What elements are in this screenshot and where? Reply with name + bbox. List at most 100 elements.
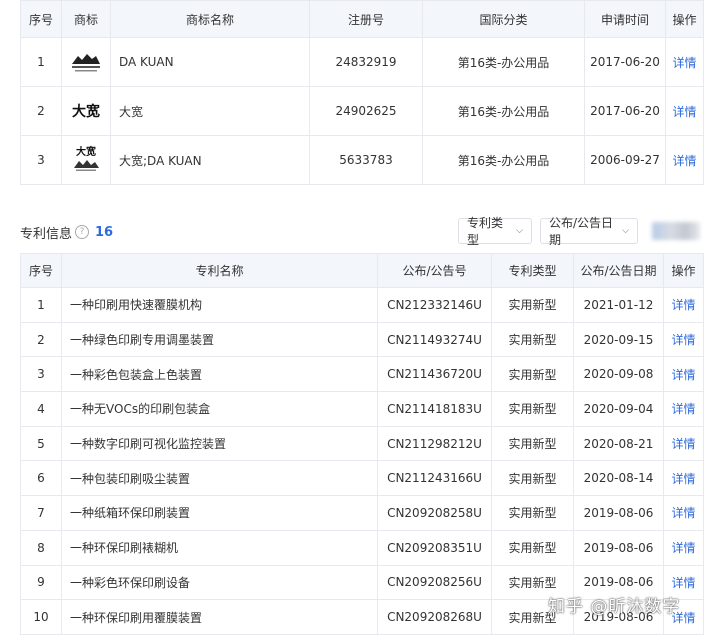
table-row: 3 大宽 大宽;DA KUAN 5633783 第16类-办公用品 2006-0… — [20, 135, 704, 185]
trademark-logo-text: 大宽 — [72, 104, 100, 120]
details-link[interactable]: 详情 — [665, 135, 704, 185]
patent-name: 一种环保印刷裱糊机 — [61, 529, 378, 566]
trademark-logo: 大宽 — [61, 86, 111, 136]
table-row: 6 一种包装印刷吸尘装置 CN211243166U 实用新型 2020-08-1… — [20, 460, 704, 497]
col-header-action: 操作 — [663, 253, 704, 288]
table-row: 10 一种环保印刷用覆膜装置 CN209208268U 实用新型 2019-08… — [20, 599, 704, 635]
col-header-action: 操作 — [665, 0, 704, 38]
patent-type: 实用新型 — [491, 564, 574, 601]
details-link[interactable]: 详情 — [663, 391, 704, 427]
publication-date: 2020-09-15 — [573, 321, 664, 358]
table-row: 2 一种绿色印刷专用调墨装置 CN211493274U 实用新型 2020-09… — [20, 321, 704, 358]
col-header-reg-no: 注册号 — [309, 0, 423, 38]
chevron-down-icon: ⌵ — [622, 226, 629, 236]
col-header-patent-name: 专利名称 — [61, 253, 378, 288]
publication-number: CN209208258U — [377, 495, 492, 531]
patent-table: 序号 专利名称 公布/公告号 专利类型 公布/公告日期 操作 1 一种印刷用快速… — [20, 253, 704, 635]
details-link[interactable]: 详情 — [663, 495, 704, 531]
table-row: 7 一种纸箱环保印刷装置 CN209208258U 实用新型 2019-08-0… — [20, 495, 704, 531]
details-link[interactable]: 详情 — [663, 564, 704, 601]
question-circle-icon[interactable]: ? — [75, 225, 90, 239]
patent-name: 一种数字印刷可视化监控装置 — [61, 425, 378, 462]
trademark-logo-image — [72, 54, 100, 72]
row-number: 3 — [20, 135, 62, 185]
trademark-table: 序号 商标 商标名称 注册号 国际分类 申请时间 操作 1 DA KUAN 24… — [20, 0, 704, 185]
patent-section-header: 专利信息 ? 16 — [20, 220, 113, 244]
col-header-apply-date: 申请时间 — [584, 0, 666, 38]
patent-count: 16 — [95, 224, 114, 240]
details-link[interactable]: 详情 — [665, 86, 704, 136]
row-number: 2 — [20, 86, 62, 136]
col-header-name: 商标名称 — [110, 0, 310, 38]
publication-date: 2020-09-08 — [573, 356, 664, 393]
details-link[interactable]: 详情 — [663, 287, 704, 323]
patent-name: 一种印刷用快速覆膜机构 — [61, 287, 378, 323]
details-link[interactable]: 详情 — [665, 37, 704, 87]
section-title: 专利信息 — [20, 226, 73, 242]
international-class: 第16类-办公用品 — [422, 86, 585, 136]
filter-label: 公布/公告日期 — [549, 216, 614, 247]
patent-type: 实用新型 — [491, 356, 574, 393]
trademark-name: 大宽 — [110, 86, 310, 136]
blurred-button[interactable] — [652, 222, 700, 240]
table-row: 1 DA KUAN 24832919 第16类-办公用品 2017-06-20 … — [20, 37, 704, 87]
patent-type: 实用新型 — [491, 529, 574, 566]
col-header-logo: 商标 — [61, 0, 111, 38]
col-header-patent-type: 专利类型 — [491, 253, 574, 288]
patent-name: 一种包装印刷吸尘装置 — [61, 460, 378, 497]
trademark-table-header: 序号 商标 商标名称 注册号 国际分类 申请时间 操作 — [20, 0, 704, 38]
apply-date: 2017-06-20 — [584, 37, 666, 87]
row-number: 2 — [20, 321, 62, 358]
publication-number: CN209208268U — [377, 599, 492, 635]
patent-table-header: 序号 专利名称 公布/公告号 专利类型 公布/公告日期 操作 — [20, 253, 704, 288]
patent-name: 一种纸箱环保印刷装置 — [61, 495, 378, 531]
publication-number: CN209208351U — [377, 529, 492, 566]
trademark-logo: 大宽 — [61, 135, 111, 185]
trademark-logo — [61, 37, 111, 87]
details-link[interactable]: 详情 — [663, 356, 704, 393]
row-number: 1 — [20, 37, 62, 87]
publication-number: CN209208256U — [377, 564, 492, 601]
trademark-name: 大宽;DA KUAN — [110, 135, 310, 185]
row-number: 5 — [20, 425, 62, 462]
row-number: 4 — [20, 391, 62, 427]
table-row: 2 大宽 大宽 24902625 第16类-办公用品 2017-06-20 详情 — [20, 86, 704, 136]
table-row: 5 一种数字印刷可视化监控装置 CN211298212U 实用新型 2020-0… — [20, 425, 704, 462]
details-link[interactable]: 详情 — [663, 460, 704, 497]
col-header-class: 国际分类 — [422, 0, 585, 38]
col-header-pub-no: 公布/公告号 — [377, 253, 492, 288]
international-class: 第16类-办公用品 — [422, 37, 585, 87]
patent-type: 实用新型 — [491, 599, 574, 635]
patent-type: 实用新型 — [491, 425, 574, 462]
registration-number: 5633783 — [309, 135, 423, 185]
table-row: 4 一种无VOCs的印刷包装盒 CN211418183U 实用新型 2020-0… — [20, 391, 704, 427]
table-row: 9 一种彩色环保印刷设备 CN209208256U 实用新型 2019-08-0… — [20, 564, 704, 601]
patent-name: 一种彩色环保印刷设备 — [61, 564, 378, 601]
publication-number: CN211436720U — [377, 356, 492, 393]
publication-date: 2019-08-06 — [573, 599, 664, 635]
publication-date: 2020-08-14 — [573, 460, 664, 497]
details-link[interactable]: 详情 — [663, 321, 704, 358]
patent-name: 一种彩色包装盒上色装置 — [61, 356, 378, 393]
filter-label: 专利类型 — [467, 216, 504, 247]
col-header-no: 序号 — [20, 253, 62, 288]
patent-type-filter[interactable]: 专利类型 ⌵ — [458, 216, 532, 247]
publication-number: CN212332146U — [377, 287, 492, 323]
patent-name: 一种绿色印刷专用调墨装置 — [61, 321, 378, 358]
patent-name: 一种无VOCs的印刷包装盒 — [61, 391, 378, 427]
trademark-logo-text: 大宽 — [76, 147, 96, 158]
patent-type: 实用新型 — [491, 287, 574, 323]
col-header-pub-date: 公布/公告日期 — [573, 253, 664, 288]
publish-date-filter[interactable]: 公布/公告日期 ⌵ — [540, 216, 638, 247]
details-link[interactable]: 详情 — [663, 425, 704, 462]
details-link[interactable]: 详情 — [663, 599, 704, 635]
publication-date: 2020-09-04 — [573, 391, 664, 427]
table-row: 8 一种环保印刷裱糊机 CN209208351U 实用新型 2019-08-06… — [20, 529, 704, 566]
row-number: 3 — [20, 356, 62, 393]
row-number: 6 — [20, 460, 62, 497]
chevron-down-icon: ⌵ — [516, 226, 523, 236]
patent-type: 实用新型 — [491, 321, 574, 358]
details-link[interactable]: 详情 — [663, 529, 704, 566]
table-row: 3 一种彩色包装盒上色装置 CN211436720U 实用新型 2020-09-… — [20, 356, 704, 393]
patent-name: 一种环保印刷用覆膜装置 — [61, 599, 378, 635]
